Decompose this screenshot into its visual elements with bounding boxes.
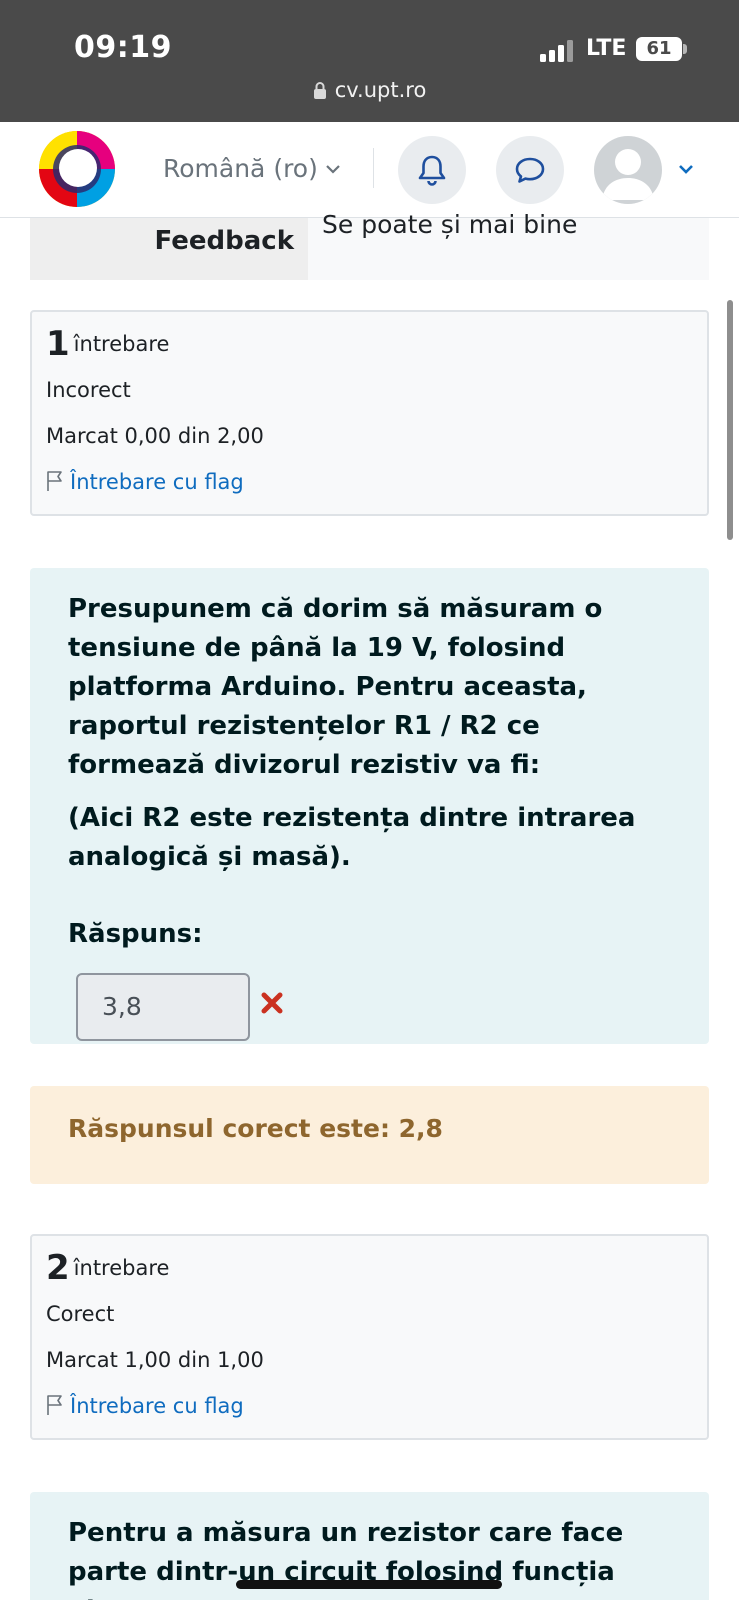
chevron-down-icon: [326, 165, 340, 174]
site-logo[interactable]: [36, 128, 118, 210]
page-scrollbar[interactable]: [727, 300, 733, 540]
flag-icon: [47, 1395, 62, 1415]
lock-icon: [313, 82, 326, 99]
url-text: cv.upt.ro: [334, 78, 427, 102]
question-info-1: 1 întrebare Incorect Marcat 0,00 din 2,00…: [30, 310, 709, 516]
flag-label: Întrebare cu flag: [70, 1394, 244, 1418]
home-indicator: [236, 1580, 502, 1589]
answer-label: Răspuns:: [68, 919, 203, 949]
question-number: 1 întrebare: [46, 324, 170, 364]
incorrect-x-icon: [261, 992, 283, 1014]
messages-button[interactable]: [496, 136, 564, 204]
right-answer-box: Răspunsul corect este: 2,8: [30, 1086, 709, 1184]
question-text-paragraph: Presupunem că dorim să măsuram o tensiun…: [68, 594, 603, 780]
question-text-paragraph: (Aici R2 este rezistența dintre intrarea…: [68, 803, 636, 872]
battery-icon: 61: [636, 37, 682, 61]
language-label: Română (ro): [163, 154, 318, 183]
answer-row: 3,8: [68, 973, 671, 1041]
question-state: Corect: [46, 1302, 115, 1326]
question-info-2: 2 întrebare Corect Marcat 1,00 din 1,00 Î…: [30, 1234, 709, 1440]
flag-icon: [47, 471, 62, 491]
battery-nub: [683, 44, 687, 54]
flag-label: Întrebare cu flag: [70, 470, 244, 494]
language-selector[interactable]: Română (ro): [163, 154, 340, 183]
feedback-label: Feedback: [30, 218, 308, 280]
ios-status-bar: 09:19 LTE 61 cv.upt.ro: [0, 0, 739, 122]
user-menu-chevron-icon[interactable]: [678, 164, 694, 174]
question-grade: Marcat 0,00 din 2,00: [46, 424, 264, 448]
feedback-value: Se poate și mai bine: [322, 210, 578, 239]
bell-icon: [418, 155, 446, 186]
nav-divider: [373, 148, 374, 188]
avatar-icon: [602, 149, 654, 200]
signal-icon: [540, 40, 574, 62]
question-formulation-1: Presupunem că dorim să măsuram o tensiun…: [30, 568, 709, 1044]
question-state: Incorect: [46, 378, 131, 402]
answer-input[interactable]: 3,8: [76, 973, 250, 1041]
notifications-button[interactable]: [398, 136, 466, 204]
chat-icon: [515, 157, 545, 183]
status-time: 09:19: [74, 30, 172, 65]
feedback-row: Feedback Se poate și mai bine: [30, 210, 709, 280]
flag-question-link[interactable]: Întrebare cu flag: [46, 1394, 707, 1418]
network-type: LTE: [586, 36, 627, 61]
question-word: întrebare: [73, 332, 170, 356]
question-word: întrebare: [73, 1256, 170, 1280]
page-content: Feedback Se poate și mai bine 1 întrebare…: [0, 210, 739, 1600]
flag-question-link[interactable]: Întrebare cu flag: [46, 470, 707, 494]
question-grade: Marcat 1,00 din 1,00: [46, 1348, 264, 1372]
question-text: Presupunem că dorim să măsuram o tensiun…: [68, 590, 671, 877]
url-bar[interactable]: cv.upt.ro: [0, 78, 739, 102]
site-navbar: Română (ro): [0, 122, 739, 218]
user-avatar[interactable]: [594, 136, 662, 204]
question-number: 2 întrebare: [46, 1248, 170, 1288]
